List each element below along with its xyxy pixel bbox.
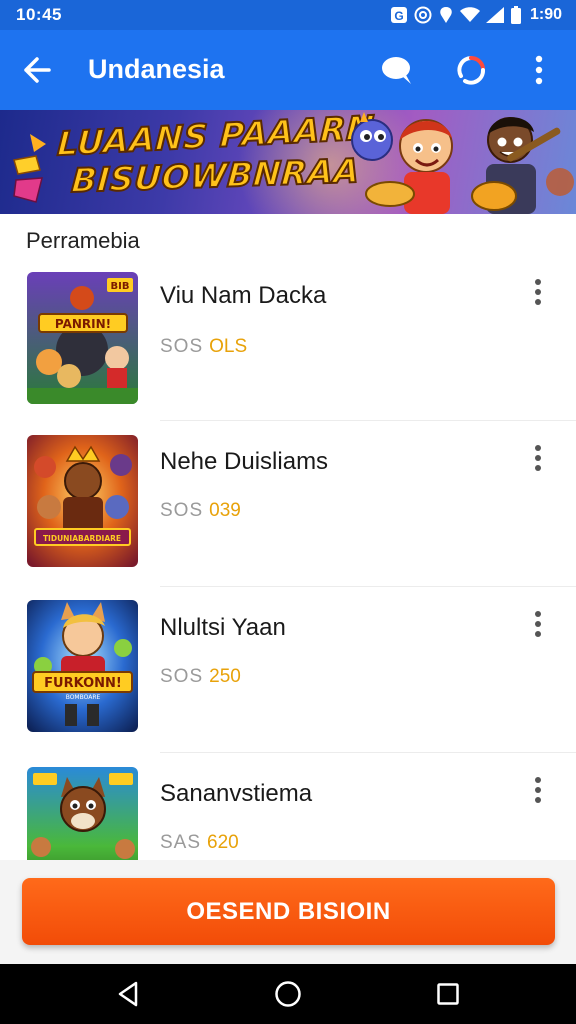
triangle-back-icon xyxy=(118,981,138,1007)
item-more-button[interactable] xyxy=(522,604,554,644)
game-meta: SOS 039 xyxy=(160,500,241,522)
list-item[interactable]: Sananvstiema SAS 620 xyxy=(0,754,576,860)
signal-icon xyxy=(485,7,504,23)
list-divider xyxy=(160,752,576,753)
more-vert-icon xyxy=(535,445,541,471)
circle-home-icon xyxy=(275,981,301,1007)
svg-text:G: G xyxy=(394,9,403,23)
banner-gem-icon xyxy=(13,134,46,203)
game-title: Viu Nam Dacka xyxy=(160,282,327,309)
game-meta-label: SOS xyxy=(160,500,204,521)
list-item[interactable]: TIDUNIABARDIARE Nehe Duisliams SOS 039 xyxy=(0,422,576,588)
game-thumbnail-art xyxy=(27,767,138,860)
game-meta-value: 250 xyxy=(209,666,241,687)
list-item[interactable]: FURKONN! BOMBOARE Nlultsi Yaan SOS 250 xyxy=(0,588,576,754)
promo-banner[interactable]: LUAANS PAAARN BISUOWBNRAA xyxy=(0,110,576,214)
more-vert-icon xyxy=(535,777,541,803)
more-vert-icon xyxy=(535,279,541,305)
more-vert-icon xyxy=(535,55,543,85)
cta-button[interactable]: OESEND BISIOIN xyxy=(22,878,555,945)
location-icon xyxy=(440,7,452,23)
sync-icon xyxy=(457,55,485,85)
game-meta-label: SOS xyxy=(160,666,204,687)
notification-icon: G xyxy=(390,7,407,23)
nav-home-button[interactable] xyxy=(264,974,312,1014)
game-meta-label: SOS xyxy=(160,336,204,357)
game-title: Sananvstiema xyxy=(160,780,313,807)
back-button[interactable] xyxy=(14,48,60,92)
app-title: Undanesia xyxy=(88,54,225,84)
list-divider xyxy=(160,586,576,587)
wifi-icon xyxy=(459,7,480,22)
square-recents-icon xyxy=(437,983,459,1005)
game-thumbnail-art: TIDUNIABARDIARE xyxy=(27,435,138,567)
game-meta-value: OLS xyxy=(209,336,248,357)
game-thumbnail: TIDUNIABARDIARE xyxy=(27,435,138,567)
game-thumbnail xyxy=(27,767,138,860)
game-meta: SOS OLS xyxy=(160,336,247,358)
status-clock: 1:90 xyxy=(529,6,562,23)
game-meta-label: SAS xyxy=(160,832,202,853)
game-meta-value: 039 xyxy=(209,500,241,521)
copyright-icon xyxy=(414,6,432,24)
banner-characters xyxy=(351,112,574,214)
system-nav-bar xyxy=(0,964,576,1024)
list-divider xyxy=(160,420,576,421)
game-meta-value: 620 xyxy=(207,832,239,853)
arrow-left-icon xyxy=(24,57,51,83)
more-vert-icon xyxy=(535,611,541,637)
status-time: 10:45 xyxy=(16,5,62,24)
list-item[interactable]: PANRIN! BIB Viu Nam Dacka SOS OLS xyxy=(0,256,576,422)
game-title: Nlultsi Yaan xyxy=(160,614,286,641)
battery-icon xyxy=(510,6,521,24)
game-list: PANRIN! BIB Viu Nam Dacka SOS OLS TIDUNI… xyxy=(0,256,576,860)
nav-back-button[interactable] xyxy=(104,974,152,1014)
sync-button[interactable] xyxy=(448,48,494,92)
section-heading: Perramebia xyxy=(26,228,140,253)
status-icons: G 1:90 xyxy=(390,4,562,26)
game-thumbnail: PANRIN! BIB xyxy=(27,272,138,404)
item-more-button[interactable] xyxy=(522,438,554,478)
game-meta: SAS 620 xyxy=(160,832,239,854)
thumbnail-banner-text: TIDUNIABARDIARE xyxy=(43,534,121,543)
game-thumbnail-art: PANRIN! BIB xyxy=(27,272,138,404)
game-thumbnail-art: FURKONN! BOMBOARE xyxy=(27,600,138,732)
nav-recents-button[interactable] xyxy=(424,974,472,1014)
item-more-button[interactable] xyxy=(522,272,554,312)
game-title: Nehe Duisliams xyxy=(160,448,329,475)
item-more-button[interactable] xyxy=(522,770,554,810)
thumbnail-banner-text: FURKONN! xyxy=(44,676,122,691)
thumbnail-badge-text: BIB xyxy=(111,281,130,292)
search-icon xyxy=(382,57,411,84)
game-thumbnail: FURKONN! BOMBOARE xyxy=(27,600,138,732)
app-bar: Undanesia xyxy=(0,30,576,110)
overflow-menu-button[interactable] xyxy=(516,48,562,92)
thumbnail-sub-text: BOMBOARE xyxy=(66,694,101,701)
thumbnail-banner-text: PANRIN! xyxy=(55,317,111,331)
game-meta: SOS 250 xyxy=(160,666,241,688)
search-button[interactable] xyxy=(374,48,420,92)
cta-container: OESEND BISIOIN xyxy=(0,860,576,964)
status-bar: 10:45 G 1:90 xyxy=(0,0,576,30)
